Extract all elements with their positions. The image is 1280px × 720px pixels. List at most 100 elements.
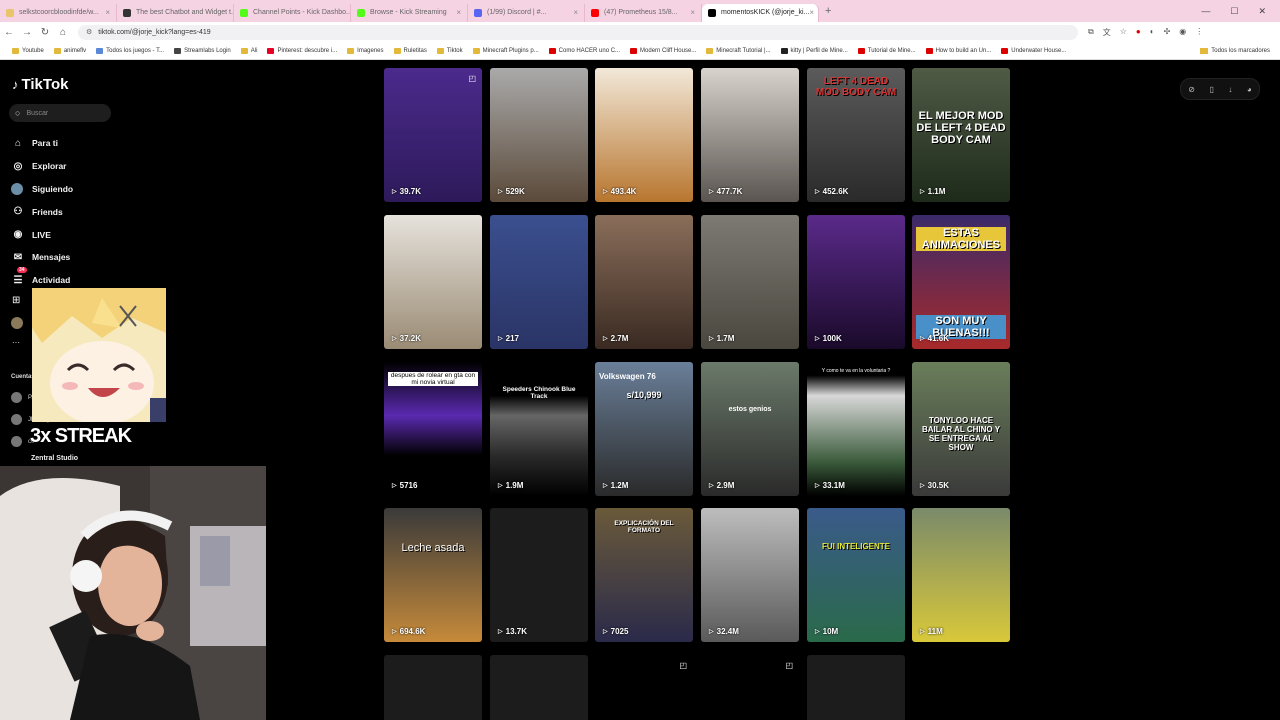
browser-tab[interactable]: Channel Points - Kick Dashbo...× bbox=[234, 3, 351, 22]
minimize-icon[interactable]: — bbox=[1201, 6, 1210, 17]
video-tile[interactable]: estos genios ▷ 2.9M bbox=[701, 362, 799, 496]
tab-close-icon[interactable]: × bbox=[690, 8, 695, 17]
bookmark-label: Pinterest: descubre i... bbox=[277, 47, 338, 54]
sidebar-item-para-ti[interactable]: ⌂ Para ti bbox=[11, 132, 73, 155]
bookmark-item[interactable]: Imagenes bbox=[347, 47, 384, 54]
upload-icon[interactable]: ⊞ bbox=[12, 295, 20, 306]
bookmark-item[interactable]: Ruletitas bbox=[393, 47, 427, 54]
play-icon: ▷ bbox=[920, 336, 925, 342]
tab-favicon bbox=[123, 8, 131, 17]
tab-close-icon[interactable]: × bbox=[456, 8, 461, 17]
download-icon[interactable]: ↓ bbox=[1228, 85, 1232, 94]
video-tile[interactable]: ▷ 32.4M bbox=[701, 508, 799, 642]
bookmark-item[interactable]: Modern Cliff House... bbox=[630, 47, 696, 54]
browser-tab[interactable]: (47) Prometheus 15/8... × bbox=[585, 3, 702, 22]
video-tile[interactable]: Leche asada ▷ 694.6K bbox=[384, 508, 482, 642]
bookmark-item[interactable]: Minecraft Plugins p... bbox=[472, 47, 539, 54]
video-tile[interactable]: ▷ 493.4K bbox=[595, 68, 693, 202]
bookmark-item[interactable]: Underwater House... bbox=[1001, 47, 1066, 54]
video-tile[interactable]: TONYLOO HACE BAILAR AL CHINO Y SE ENTREG… bbox=[912, 362, 1010, 496]
video-tile[interactable]: EL MEJOR MOD DE LEFT 4 DEAD BODY CAM ▷ 1.1… bbox=[912, 68, 1010, 202]
video-tile[interactable]: ESTAS ANIMACIONES SON MUY BUENAS!!! ▷ 41.6K bbox=[912, 215, 1010, 349]
bookmark-item[interactable]: How to build an Un... bbox=[925, 47, 991, 54]
video-tile[interactable]: Speeders Chinook Blue Track ▷ 1.9M bbox=[490, 362, 588, 496]
translate-icon[interactable]: 文 bbox=[1103, 27, 1111, 38]
zentral-studio-link[interactable]: Zentral Studio bbox=[31, 455, 78, 462]
video-tile[interactable]: ◰ bbox=[595, 655, 693, 720]
close-window-icon[interactable]: ✕ bbox=[1258, 6, 1266, 17]
opera-icon[interactable]: ● bbox=[1136, 27, 1141, 38]
device-icon[interactable]: ▯ bbox=[1209, 85, 1213, 94]
sidebar-item-live[interactable]: ◉ LIVE bbox=[11, 223, 73, 246]
video-tile[interactable] bbox=[384, 655, 482, 720]
back-icon[interactable]: ← bbox=[0, 27, 18, 38]
video-tile[interactable] bbox=[807, 655, 905, 720]
more-icon[interactable]: ··· bbox=[12, 338, 20, 347]
forward-icon[interactable]: → bbox=[18, 27, 36, 38]
profile-icon[interactable]: ◕ bbox=[1247, 85, 1252, 94]
video-caption: EXPLICACIÓN DEL FORMATO bbox=[614, 520, 674, 534]
install-icon[interactable]: ⧉ bbox=[1088, 27, 1094, 38]
bookmark-item[interactable]: animeflv bbox=[53, 47, 86, 54]
video-tile[interactable]: Volkswagen 76 s/10,999 ▷ 1.2M bbox=[595, 362, 693, 496]
video-tile[interactable]: ▷ 11M bbox=[912, 508, 1010, 642]
bookmark-item[interactable]: Streamlabs Login bbox=[174, 47, 231, 54]
share-icon[interactable]: ⊘ bbox=[1188, 85, 1195, 94]
bookmark-item[interactable]: Youtube bbox=[12, 47, 44, 54]
play-icon: ▷ bbox=[709, 336, 714, 342]
all-bookmarks[interactable]: Todos los marcadores bbox=[1200, 47, 1280, 54]
bookmark-item[interactable]: Como HACER uno C... bbox=[548, 47, 620, 54]
video-tile[interactable]: FUI INTELIGENTE ▷ 10M bbox=[807, 508, 905, 642]
sidebar-item-mensajes[interactable]: ✉ Mensajes bbox=[11, 246, 73, 269]
video-tile[interactable]: ▷ 1.7M bbox=[701, 215, 799, 349]
bookmark-item[interactable]: Todos los juegos - T... bbox=[96, 47, 164, 54]
sidebar-item-explorar[interactable]: ◎ Explorar bbox=[11, 155, 73, 178]
tiktok-logo[interactable]: ♪ TikTok bbox=[12, 76, 68, 93]
browser-tab[interactable]: (1/99) Discord | #... × bbox=[468, 3, 585, 22]
view-count-value: 32.4M bbox=[716, 627, 739, 636]
bookmark-item[interactable]: Minecraft Tutorial |... bbox=[706, 47, 771, 54]
view-count-value: 30.5K bbox=[927, 481, 949, 490]
video-tile[interactable]: ▷ 13.7K bbox=[490, 508, 588, 642]
video-tile[interactable]: Y como te va en la voluntaria ? ▷ 33.1M bbox=[807, 362, 905, 496]
video-tile[interactable]: despues de rolear en gta con mi novia vi… bbox=[384, 362, 482, 496]
video-tile[interactable]: ◰ bbox=[701, 655, 799, 720]
bookmark-star-icon[interactable]: ☆ bbox=[1120, 27, 1127, 38]
browser-tab[interactable]: Browse - Kick Streaming × bbox=[351, 3, 468, 22]
sidebar-item-friends[interactable]: ⚇ Friends bbox=[11, 200, 73, 223]
maximize-icon[interactable]: ☐ bbox=[1230, 6, 1238, 17]
search-input[interactable]: ○ Buscar bbox=[9, 104, 111, 122]
profile-avatar[interactable]: ◉ bbox=[1179, 27, 1186, 38]
bookmark-item[interactable]: Ali bbox=[240, 47, 257, 54]
bookmark-item[interactable]: Pinterest: descubre i... bbox=[267, 47, 338, 54]
tab-close-icon[interactable]: × bbox=[105, 8, 110, 17]
video-tile[interactable]: ▷ 37.2K bbox=[384, 215, 482, 349]
video-tile[interactable]: LEFT 4 DEAD MOD BODY CAM ▷ 452.6K bbox=[807, 68, 905, 202]
tab-close-icon[interactable]: × bbox=[573, 8, 578, 17]
video-tile[interactable]: ▷ 217 bbox=[490, 215, 588, 349]
video-tile[interactable]: ▷ 100K bbox=[807, 215, 905, 349]
new-tab-button[interactable]: + bbox=[825, 5, 831, 17]
video-tile[interactable]: EXPLICACIÓN DEL FORMATO ▷ 7025 bbox=[595, 508, 693, 642]
video-tile[interactable]: ▷ 529K bbox=[490, 68, 588, 202]
extensions-puzzle-icon[interactable]: ✣ bbox=[1164, 27, 1171, 38]
video-tile[interactable]: ▷ 2.7M bbox=[595, 215, 693, 349]
tab-close-icon[interactable]: × bbox=[809, 8, 814, 17]
extension-icon[interactable]: ◐ bbox=[1150, 27, 1155, 38]
reload-icon[interactable]: ↻ bbox=[36, 27, 54, 38]
browser-tab[interactable]: selkstcoorcbloodinfde/w... × bbox=[0, 3, 117, 22]
bookmark-item[interactable]: Tiktok bbox=[436, 47, 463, 54]
bookmark-item[interactable]: kitty | Perfil de Mine... bbox=[780, 47, 848, 54]
site-info-icon[interactable]: ⚙ bbox=[86, 28, 92, 36]
browser-tab[interactable]: The best Chatbot and Widget t...× bbox=[117, 3, 234, 22]
url-field[interactable]: ⚙ tiktok.com/@jorje_kick?lang=es-419 bbox=[78, 24, 1078, 40]
menu-icon[interactable]: ⋮ bbox=[1195, 27, 1203, 38]
video-tile[interactable]: ◰ ▷ 39.7K bbox=[384, 68, 482, 202]
profile-avatar-small[interactable] bbox=[11, 317, 23, 329]
home-browser-icon[interactable]: ⌂ bbox=[54, 27, 72, 38]
video-tile[interactable] bbox=[490, 655, 588, 720]
sidebar-item-siguiendo[interactable]: Siguiendo bbox=[11, 178, 73, 201]
browser-tab[interactable]: momentosKICK (@jorje_ki... × bbox=[702, 3, 819, 22]
video-tile[interactable]: ▷ 477.7K bbox=[701, 68, 799, 202]
bookmark-item[interactable]: Tutorial de Mine... bbox=[857, 47, 916, 54]
